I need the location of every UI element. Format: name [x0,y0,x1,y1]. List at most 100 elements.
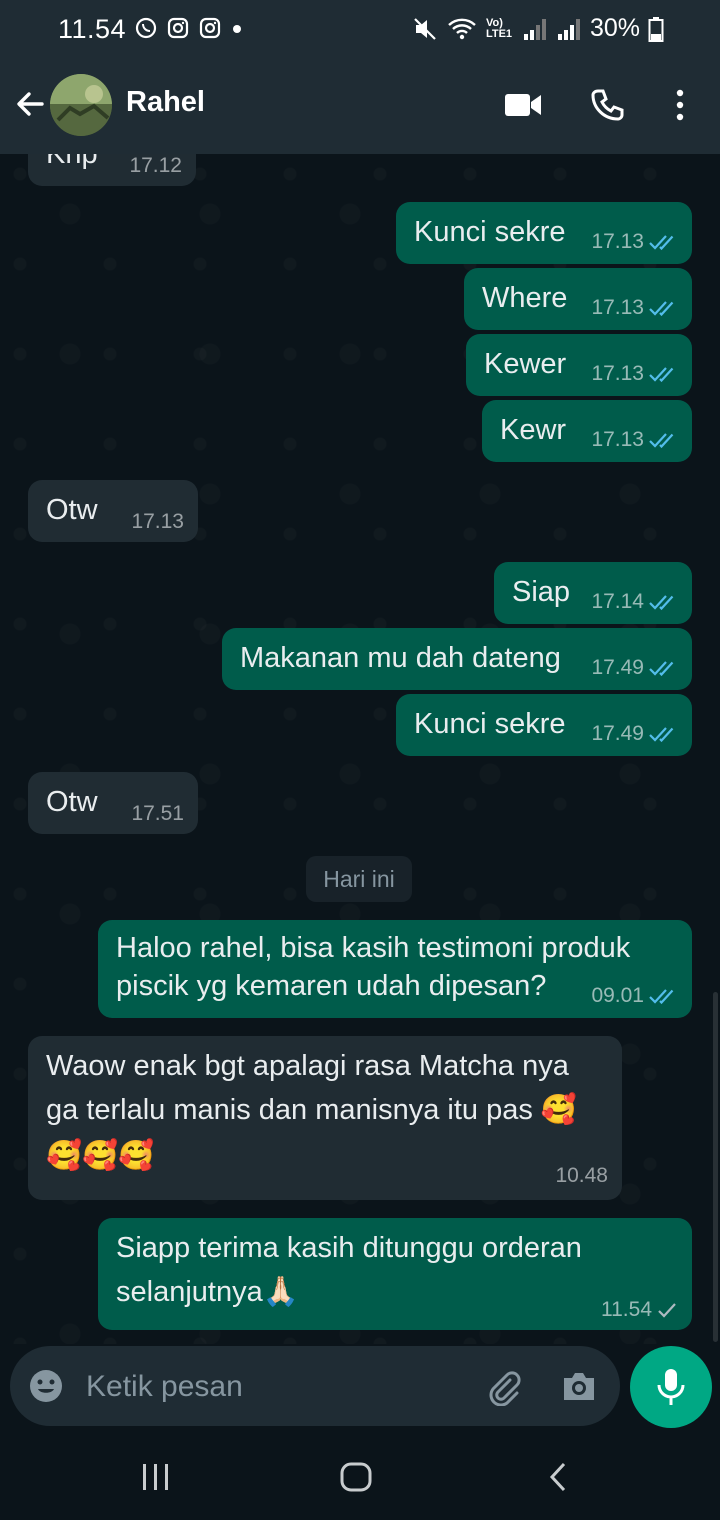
outgoing-message[interactable]: Kunci sekre 17.49 [396,694,692,756]
incoming-message[interactable]: Knp 17.12 [28,154,196,186]
scrollbar[interactable] [713,992,718,1342]
microphone-icon [657,1369,685,1405]
message-list[interactable]: Knp 17.12 Kunci sekre 17.13 Where 17.13 … [0,154,720,1344]
double-check-read-icon [649,433,674,449]
signal-icon [523,18,546,40]
video-call-icon[interactable] [504,92,542,118]
instagram-notification-icon [167,17,189,39]
double-check-read-icon [649,595,674,611]
message-text: Knp [46,154,98,170]
message-composer [10,1346,620,1426]
whatsapp-chat-screen: 11.54 Vo) LTE1 30% Rahel Knp 17.12 Kunci… [0,0,720,1520]
emoji-icon[interactable] [28,1368,64,1404]
message-meta: 11.54 [601,1298,678,1322]
battery-level: 30% [589,14,640,42]
double-check-read-icon [649,367,674,383]
message-time: 17.12 [129,154,182,177]
home-icon[interactable] [340,1462,372,1492]
message-meta: 17.12 [129,154,182,178]
status-right: Vo) LTE1 30% [412,14,664,43]
message-text-line-2: ga terlalu manis dan manisnya itu pas 🥰 [46,1094,577,1126]
message-text: Otw [46,494,98,526]
signal-icon-2 [557,18,580,40]
battery-icon [648,16,664,42]
double-check-read-icon [649,301,674,317]
whatsapp-notification-icon [135,17,157,39]
chat-header: Rahel [0,58,720,154]
message-time: 17.13 [591,296,644,319]
incoming-message[interactable]: Waow enak bgt apalagi rasa Matcha nya ga… [28,1036,622,1200]
incoming-message[interactable]: Otw 17.51 [28,772,198,834]
avatar-photo [50,74,112,136]
outgoing-message[interactable]: Siapp terima kasih ditunggu orderan sela… [98,1218,692,1330]
back-arrow-icon[interactable] [12,86,48,122]
double-check-read-icon [649,727,674,743]
message-input[interactable] [84,1360,468,1414]
double-check-read-icon [649,989,674,1005]
message-text-line-2: piscik yg kemaren udah dipesan? [116,970,547,1002]
contact-avatar[interactable] [50,74,112,136]
message-text: Siap [512,576,571,608]
back-nav-icon[interactable] [546,1462,570,1492]
instagram-notification-icon-2 [199,17,221,39]
message-text: Otw [46,786,98,818]
message-time: 17.13 [591,362,644,385]
message-meta: 17.14 [591,590,678,614]
message-text-line-1: Siapp terima kasih ditunggu orderan [116,1232,582,1264]
camera-icon[interactable] [560,1370,598,1404]
date-divider: Hari ini [306,856,412,902]
outgoing-message[interactable]: Makanan mu dah dateng 17.49 [222,628,692,690]
notification-icons [134,16,244,40]
message-emoji-line: 🥰🥰🥰 [46,1140,155,1172]
system-navigation-bar [0,1436,720,1520]
message-time: 17.49 [591,656,644,679]
outgoing-message[interactable]: Kewer 17.13 [466,334,692,396]
contact-name[interactable]: Rahel [126,86,205,119]
message-text: Makanan mu dah dateng [240,642,561,674]
message-time: 17.13 [591,428,644,451]
message-text-line-2: selanjutnya🙏🏻 [116,1276,299,1308]
double-check-read-icon [649,235,674,251]
phone-icon[interactable] [590,88,624,122]
message-meta: 17.49 [591,656,678,680]
message-time: 17.51 [131,802,184,825]
message-meta: 17.13 [591,428,678,452]
outgoing-message[interactable]: Where 17.13 [464,268,692,330]
recent-apps-icon[interactable] [140,1462,172,1492]
more-notifications-dot-icon [233,25,241,33]
message-text-line-1: Waow enak bgt apalagi rasa Matcha nya [46,1050,569,1082]
wifi-icon [448,18,476,39]
message-text: Where [482,282,568,314]
status-bar: 11.54 Vo) LTE1 30% [0,0,720,58]
message-meta: 09.01 [591,984,678,1008]
message-text: Kunci sekre [414,216,566,248]
message-time: 09.01 [591,984,644,1007]
double-check-read-icon [649,661,674,677]
message-time: 17.14 [591,590,644,613]
message-time: 10.48 [555,1164,608,1187]
mute-icon [414,17,436,40]
message-time: 17.13 [591,230,644,253]
voice-message-button[interactable] [630,1346,712,1428]
more-vert-icon[interactable] [672,88,688,122]
outgoing-message[interactable]: Kunci sekre 17.13 [396,202,692,264]
message-text: Kunci sekre [414,708,566,740]
message-meta: 17.13 [591,362,678,386]
message-meta: 17.13 [591,230,678,254]
single-check-sent-icon [658,1303,676,1318]
outgoing-message[interactable]: Kewr 17.13 [482,400,692,462]
message-text: Kewer [484,348,567,380]
message-meta: 17.49 [591,722,678,746]
message-meta: 17.13 [131,510,184,534]
attach-icon[interactable] [484,1368,522,1406]
message-time: 17.13 [131,510,184,533]
network-label: Vo) LTE1 [485,16,513,40]
outgoing-message[interactable]: Haloo rahel, bisa kasih testimoni produk… [98,920,692,1018]
message-meta: 17.13 [591,296,678,320]
incoming-message[interactable]: Otw 17.13 [28,480,198,542]
message-text: Kewr [500,414,567,446]
status-time: 11.54 [58,14,127,44]
message-meta: 17.51 [131,802,184,826]
outgoing-message[interactable]: Siap 17.14 [494,562,692,624]
message-time: 17.49 [591,722,644,745]
